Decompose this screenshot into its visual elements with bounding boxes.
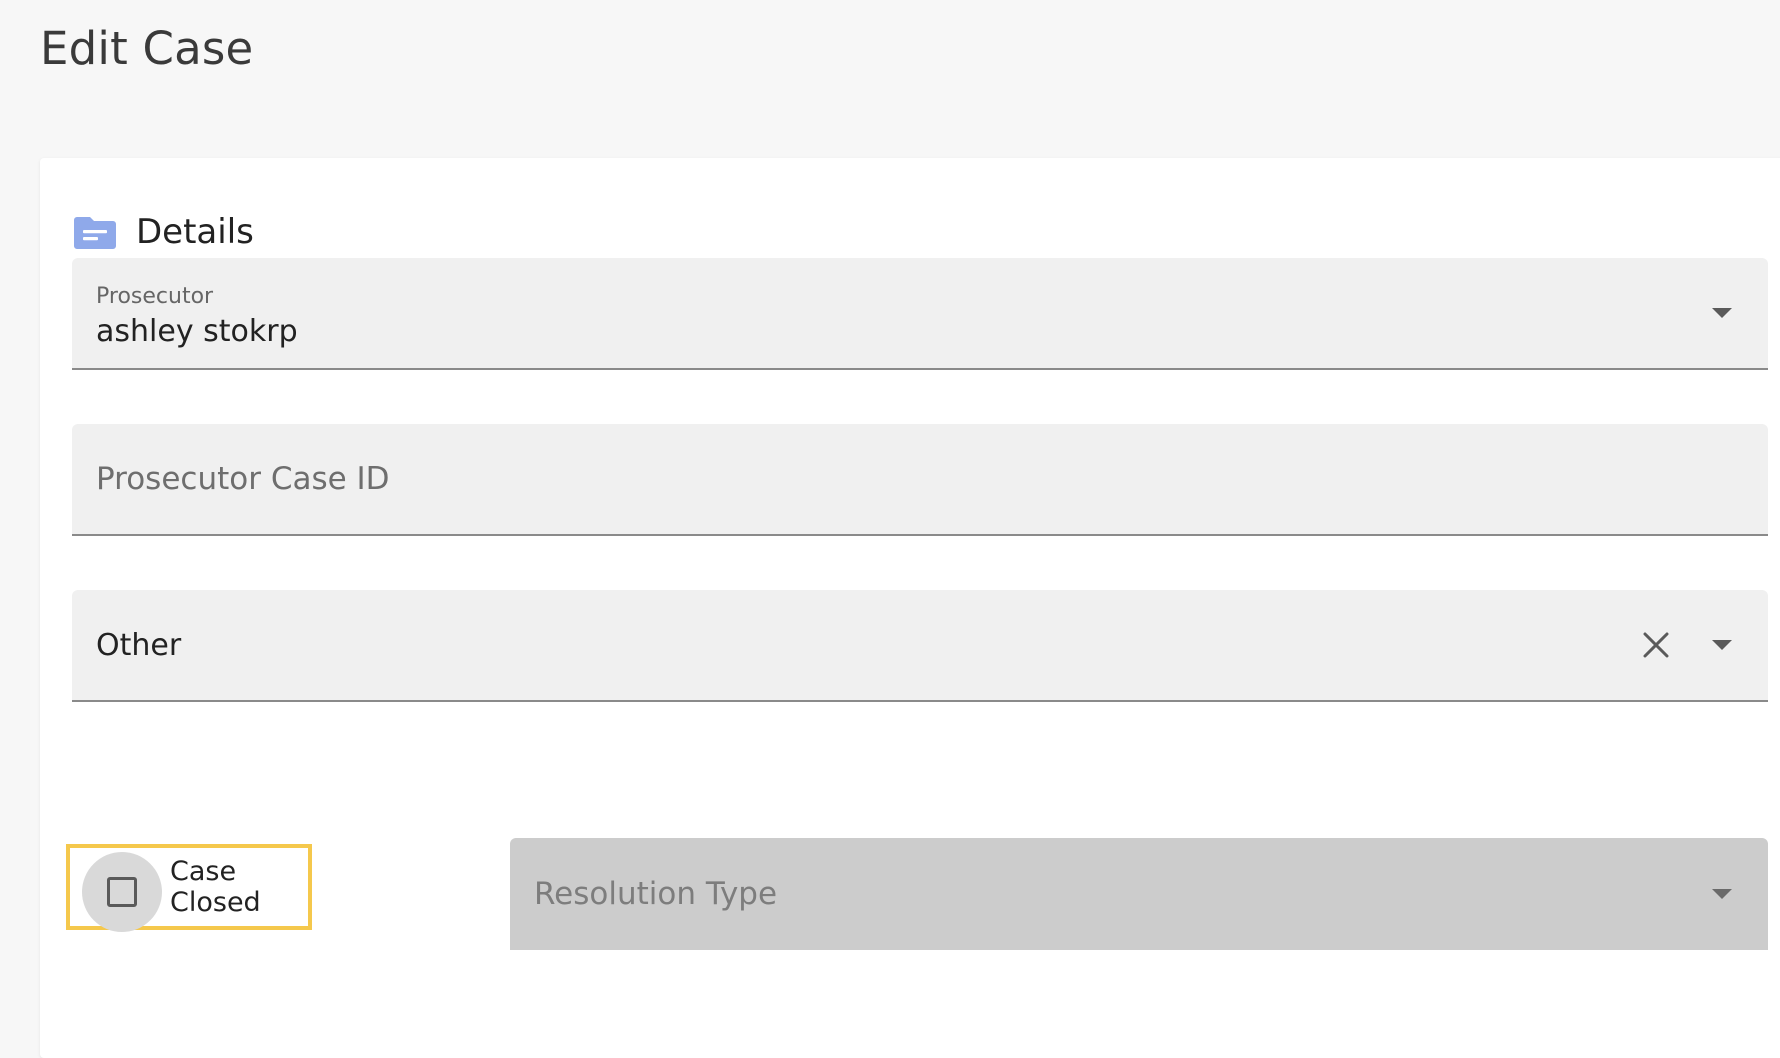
chevron-down-icon[interactable] [1712, 308, 1732, 318]
details-card: Details Prosecutor ashley stokrp Prosecu… [40, 158, 1780, 1058]
page-title: Edit Case [40, 22, 254, 75]
prosecutor-value: ashley stokrp [96, 314, 298, 349]
prosecutor-label: Prosecutor [96, 284, 214, 309]
section-title: Details [136, 212, 254, 252]
prosecutor-select[interactable]: Prosecutor ashley stokrp [72, 258, 1768, 370]
checkbox-ripple[interactable] [82, 852, 162, 932]
prosecutor-case-id-input[interactable]: Prosecutor Case ID [72, 424, 1768, 536]
prosecutor-case-id-placeholder: Prosecutor Case ID [96, 461, 390, 497]
chevron-down-icon [1712, 889, 1732, 899]
section-header: Details [74, 212, 254, 252]
case-closed-label[interactable]: Case Closed [170, 848, 308, 926]
close-icon[interactable] [1640, 629, 1672, 661]
category-value: Other [96, 627, 182, 663]
resolution-type-placeholder: Resolution Type [534, 876, 778, 912]
chevron-down-icon[interactable] [1712, 640, 1732, 650]
case-closed-checkbox[interactable]: Case Closed [66, 844, 312, 932]
checkbox-icon[interactable] [107, 877, 137, 907]
category-select[interactable]: Other [72, 590, 1768, 702]
folder-icon [74, 217, 116, 249]
resolution-type-select: Resolution Type [510, 838, 1768, 950]
